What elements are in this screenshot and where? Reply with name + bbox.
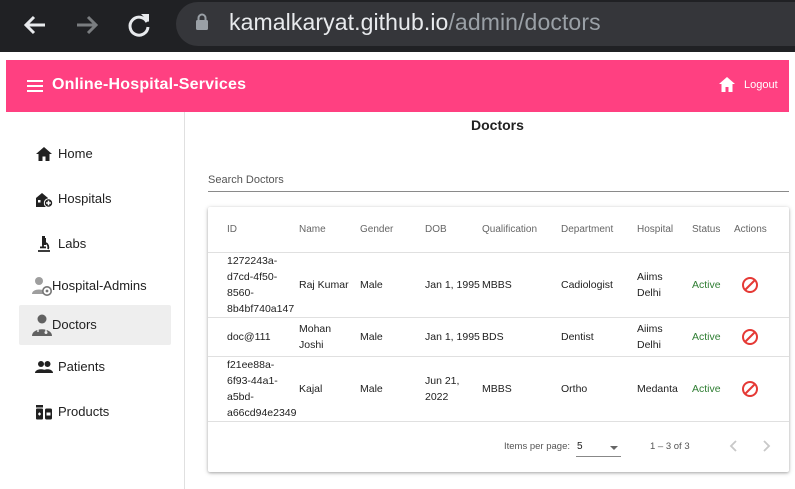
cell-dob: Jan 1, 1995	[425, 279, 480, 291]
chevron-down-icon	[610, 446, 618, 450]
sidebar-item-label: Products	[58, 404, 110, 419]
arrow-left-icon	[23, 15, 45, 35]
column-header-id[interactable]: ID	[227, 224, 237, 235]
sidebar-item-label: Patients	[58, 359, 105, 374]
cell-hospital: Aiims Delhi	[637, 271, 663, 299]
page-size-select[interactable]: 5	[576, 437, 621, 457]
home-icon[interactable]	[719, 77, 735, 92]
sidebar-item-hospital-admins[interactable]: Hospital-Admins	[19, 266, 171, 306]
microscope-icon	[38, 236, 50, 252]
column-header-status[interactable]: Status	[692, 224, 720, 235]
cell-dob: Jan 1, 1995	[425, 331, 480, 343]
cell-qualification: BDS	[482, 331, 504, 343]
cell-department: Cadiologist	[561, 279, 613, 291]
cell-name: Mohan Joshi	[299, 323, 332, 351]
sidebar-item-label: Home	[58, 146, 93, 161]
hospital-icon	[36, 193, 53, 208]
cell-hospital: Medanta	[637, 383, 678, 395]
divider	[208, 317, 789, 318]
divider	[208, 421, 789, 422]
sidebar-item-label: Labs	[58, 236, 87, 251]
app-toolbar: Online-Hospital-Services Logout	[6, 60, 789, 112]
search-field[interactable]	[208, 168, 789, 192]
column-header-hospital[interactable]: Hospital	[637, 224, 673, 235]
people-icon	[35, 361, 53, 373]
user-settings-icon	[32, 277, 52, 296]
reload-button[interactable]	[124, 10, 154, 40]
url-path: /admin/doctors	[448, 9, 601, 35]
cell-gender: Male	[360, 331, 383, 343]
page-title: Doctors	[471, 117, 524, 133]
chevron-left-icon[interactable]	[726, 438, 742, 454]
cell-dob: Jun 21, 2022	[425, 375, 460, 403]
sidebar-item-labs[interactable]: Labs	[19, 224, 171, 264]
cell-department: Dentist	[561, 331, 594, 343]
cell-gender: Male	[360, 383, 383, 395]
column-header-gender[interactable]: Gender	[360, 224, 393, 235]
forward-button[interactable]	[72, 10, 102, 40]
divider	[208, 252, 789, 253]
column-header-qualification[interactable]: Qualification	[482, 224, 537, 235]
cell-id: doc@111	[227, 331, 271, 343]
column-header-name[interactable]: Name	[299, 224, 326, 235]
url-host: kamalkaryat.github.io	[229, 9, 449, 35]
sidebar-item-home[interactable]: Home	[19, 134, 171, 174]
medication-icon	[36, 405, 52, 420]
block-icon[interactable]	[741, 328, 759, 346]
block-icon[interactable]	[741, 276, 759, 294]
cell-qualification: MBBS	[482, 383, 512, 395]
sidebar-item-label: Hospitals	[58, 191, 112, 206]
search-input[interactable]	[208, 172, 783, 188]
back-button[interactable]	[20, 10, 50, 40]
spacer	[0, 52, 795, 60]
cell-department: Ortho	[561, 383, 588, 395]
sidebar-item-label: Doctors	[52, 317, 97, 332]
url-text[interactable]: kamalkaryat.github.io/admin/doctors	[229, 9, 601, 36]
reload-icon	[128, 14, 150, 37]
page-range-label: 1 – 3 of 3	[650, 441, 690, 452]
sidebar-item-products[interactable]: Products	[19, 392, 171, 432]
cell-hospital: Aiims Delhi	[637, 323, 663, 351]
arrow-right-icon	[77, 15, 99, 35]
block-icon[interactable]	[741, 380, 759, 398]
sidebar-item-patients[interactable]: Patients	[19, 347, 171, 387]
status-badge: Active	[692, 383, 721, 395]
status-badge: Active	[692, 331, 721, 343]
column-header-actions: Actions	[734, 224, 767, 235]
column-header-dob[interactable]: DOB	[425, 224, 447, 235]
sidebar-item-doctors[interactable]: Doctors	[19, 305, 171, 345]
column-header-department[interactable]: Department	[561, 224, 613, 235]
logout-button[interactable]: Logout	[744, 79, 778, 91]
cell-name: Kajal	[299, 383, 323, 395]
cell-id: 1272243a-d7cd-4f50- 8560- 8b4bf740a147	[227, 255, 295, 315]
doctors-table-card: ID Name Gender DOB Qualification Departm…	[208, 207, 789, 472]
cell-gender: Male	[360, 279, 383, 291]
page-size-value: 5	[577, 441, 583, 452]
sidebar-item-hospitals[interactable]: Hospitals	[19, 179, 171, 219]
sidebar: Home Hospitals Labs Hospital-Admins Doct…	[6, 112, 185, 489]
chevron-right-icon[interactable]	[758, 438, 774, 454]
status-badge: Active	[692, 279, 721, 291]
cell-qualification: MBBS	[482, 279, 512, 291]
cell-id: f21ee88a- 6f93-44a1- a5bd-a66cd94e2349	[227, 359, 297, 419]
cell-name: Raj Kumar	[299, 279, 349, 291]
browser-toolbar: kamalkaryat.github.io/admin/doctors	[0, 0, 795, 52]
app-title[interactable]: Online-Hospital-Services	[52, 76, 246, 94]
doctor-icon	[32, 314, 52, 336]
items-per-page-label: Items per page:	[504, 441, 571, 452]
sidebar-item-label: Hospital-Admins	[52, 278, 147, 293]
home-icon	[36, 147, 52, 161]
lock-icon	[196, 13, 208, 30]
menu-icon[interactable]	[27, 80, 43, 92]
